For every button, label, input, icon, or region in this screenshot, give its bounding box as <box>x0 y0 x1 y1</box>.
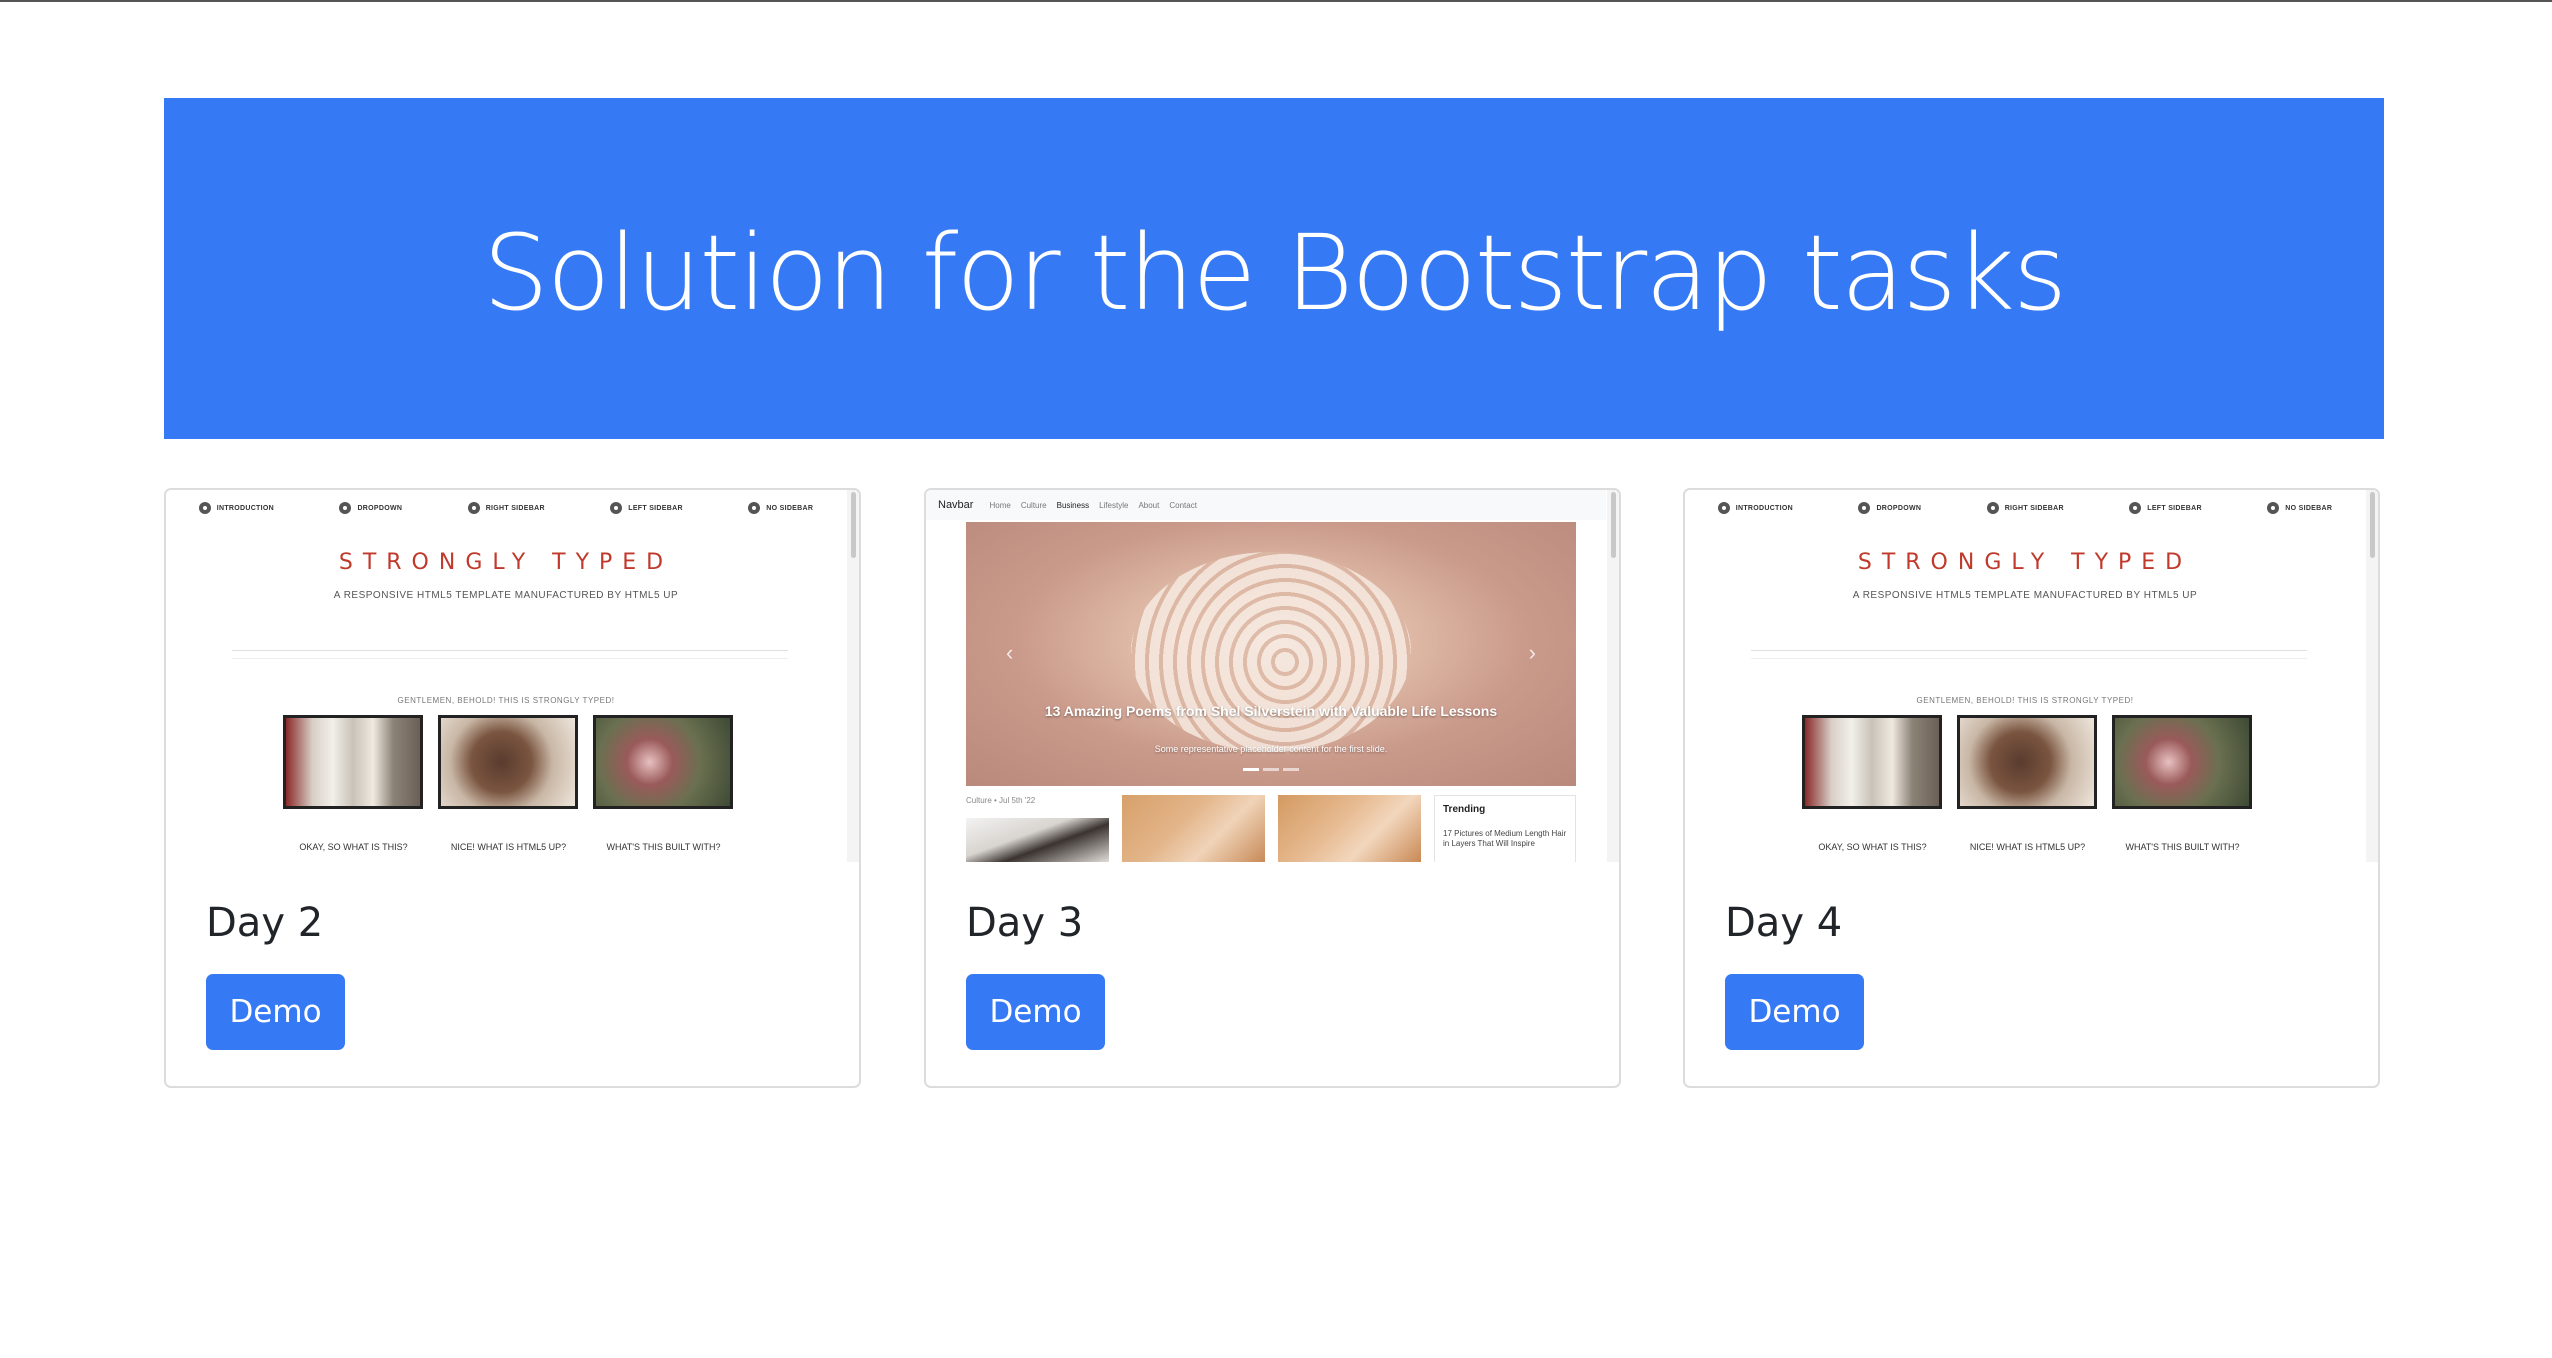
demo-button[interactable]: Demo <box>966 974 1105 1050</box>
preview-caption: OKAY, SO WHAT IS THIS? <box>1818 842 1927 852</box>
preview-thumbnail: Navbar Home Culture Business Lifestyle A… <box>926 490 1619 862</box>
preview-nav-item: NO SIDEBAR <box>2267 502 2332 514</box>
preview-image <box>283 715 423 809</box>
preview-tile-image <box>1278 795 1421 862</box>
no-sidebar-icon <box>748 502 761 514</box>
no-sidebar-icon <box>2267 502 2280 514</box>
preview-brand: STRONGLY TYPED <box>338 550 674 575</box>
divider <box>1751 658 2307 659</box>
preview-nav-link: Business <box>1056 500 1090 510</box>
preview-tagline: A RESPONSIVE HTML5 TEMPLATE MANUFACTURED… <box>1852 590 2198 601</box>
preview-trending: Trending 17 Pictures of Medium Length Ha… <box>1434 795 1576 862</box>
home-icon <box>198 502 211 514</box>
demo-button[interactable]: Demo <box>1725 974 1864 1050</box>
chevron-left-icon: ‹ <box>1006 640 1014 665</box>
preview-image <box>593 715 733 809</box>
preview-scrollbar[interactable] <box>2370 492 2375 558</box>
preview-caption: WHAT'S THIS BUILT WITH? <box>606 842 721 852</box>
preview-nav-item: INTRODUCTION <box>1717 502 1793 514</box>
preview-caption: WHAT'S THIS BUILT WITH? <box>2125 842 2240 852</box>
sidebar-icon <box>610 502 623 514</box>
preview-nav-item: RIGHT SIDEBAR <box>1986 502 2064 514</box>
preview-tile-image <box>1122 795 1265 862</box>
preview-caption: NICE! WHAT IS HTML5 UP? <box>450 842 567 852</box>
page-title: Solution for the Bootstrap tasks <box>482 211 2067 334</box>
preview-tile-image <box>966 818 1109 862</box>
card-title: Day 2 <box>206 900 324 946</box>
carousel-indicator <box>1263 768 1279 771</box>
sidebar-icon <box>467 502 480 514</box>
sidebar-icon <box>2129 502 2142 514</box>
chevron-right-icon: › <box>1528 640 1536 665</box>
divider <box>232 658 788 659</box>
preview-navbar: Navbar Home Culture Business Lifestyle A… <box>926 490 1606 520</box>
preview-nav: INTRODUCTION DROPDOWN RIGHT SIDEBAR LEFT… <box>166 498 846 518</box>
demo-button[interactable]: Demo <box>206 974 345 1050</box>
carousel-indicator <box>1283 768 1299 771</box>
card-title: Day 4 <box>1725 900 1843 946</box>
carousel-indicator <box>1243 768 1259 771</box>
preview-thumbnail: INTRODUCTION DROPDOWN RIGHT SIDEBAR LEFT… <box>166 490 859 862</box>
project-card-day-4: INTRODUCTION DROPDOWN RIGHT SIDEBAR LEFT… <box>1683 488 2380 1088</box>
carousel-subcaption: Some representative placeholder content … <box>1154 744 1388 754</box>
dropdown-icon <box>1858 502 1871 514</box>
card-title: Day 3 <box>966 900 1084 946</box>
preview-scrollbar[interactable] <box>851 492 856 558</box>
preview-image <box>1957 715 2097 809</box>
preview-nav-item: INTRODUCTION <box>198 502 274 514</box>
preview-nav-link: Contact <box>1169 500 1197 510</box>
preview-thumbnail: INTRODUCTION DROPDOWN RIGHT SIDEBAR LEFT… <box>1685 490 2378 862</box>
preview-nav-link: Home <box>989 500 1011 510</box>
preview-nav-item: LEFT SIDEBAR <box>2129 502 2202 514</box>
preview-image <box>438 715 578 809</box>
preview-nav-item: DROPDOWN <box>1858 502 1921 514</box>
divider <box>232 650 788 651</box>
preview-tagline: A RESPONSIVE HTML5 TEMPLATE MANUFACTURED… <box>333 590 679 601</box>
preview-nav-item: DROPDOWN <box>339 502 402 514</box>
top-border <box>0 0 2552 2</box>
preview-nav-link: About <box>1138 500 1160 510</box>
project-card-day-3: Navbar Home Culture Business Lifestyle A… <box>924 488 1621 1088</box>
preview-carousel: ‹ › 13 Amazing Poems from Shel Silverste… <box>966 522 1576 786</box>
preview-nav-item: RIGHT SIDEBAR <box>467 502 545 514</box>
trending-item: 17 Pictures of Medium Length Hair in Lay… <box>1443 829 1567 848</box>
preview-nav-item: LEFT SIDEBAR <box>610 502 683 514</box>
carousel-image <box>1131 552 1411 752</box>
preview-nav-link: Culture <box>1020 500 1047 510</box>
divider <box>1751 650 2307 651</box>
preview-caption: OKAY, SO WHAT IS THIS? <box>299 842 408 852</box>
preview-brand: STRONGLY TYPED <box>1857 550 2193 575</box>
preview-scrollbar[interactable] <box>1611 492 1616 558</box>
preview-subheading: GENTLEMEN, BEHOLD! THIS IS STRONGLY TYPE… <box>397 696 615 705</box>
preview-nav-link: Lifestyle <box>1099 500 1129 510</box>
preview-subheading: GENTLEMEN, BEHOLD! THIS IS STRONGLY TYPE… <box>1916 696 2134 705</box>
project-card-day-2: INTRODUCTION DROPDOWN RIGHT SIDEBAR LEFT… <box>164 488 861 1088</box>
hero-banner: Solution for the Bootstrap tasks <box>164 98 2384 439</box>
dropdown-icon <box>339 502 352 514</box>
carousel-caption: 13 Amazing Poems from Shel Silverstein w… <box>1044 703 1498 719</box>
preview-caption: NICE! WHAT IS HTML5 UP? <box>1969 842 2086 852</box>
preview-nav: INTRODUCTION DROPDOWN RIGHT SIDEBAR LEFT… <box>1685 498 2365 518</box>
sidebar-icon <box>1986 502 1999 514</box>
trending-title: Trending <box>1443 804 1486 815</box>
preview-nav-item: NO SIDEBAR <box>748 502 813 514</box>
preview-navbar-brand: Navbar <box>938 499 974 511</box>
preview-image <box>2112 715 2252 809</box>
preview-image <box>1802 715 1942 809</box>
preview-meta: Culture • Jul 5th '22 <box>966 796 1036 805</box>
home-icon <box>1717 502 1730 514</box>
